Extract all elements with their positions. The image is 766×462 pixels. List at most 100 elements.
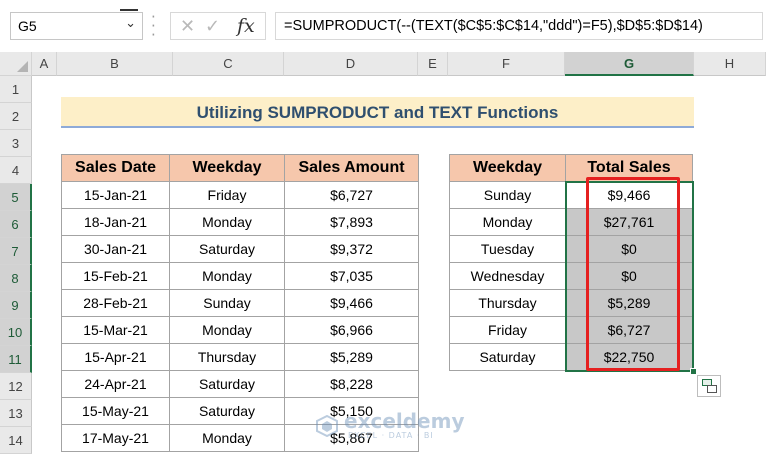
header-weekday[interactable]: Weekday [449,154,566,182]
cell-weekday[interactable]: Sunday [169,289,285,317]
row-header-selected[interactable]: 10 [0,319,32,346]
cell-weekday[interactable]: Monday [169,262,285,290]
cell-total-sales[interactable]: $0 [565,235,693,263]
cell-weekday[interactable]: Saturday [169,235,285,263]
table-row: Thursday $5,289 [449,289,693,317]
cell-total-sales[interactable]: $0 [565,262,693,290]
column-header[interactable]: E [418,52,448,76]
row-header[interactable]: 2 [0,103,32,130]
name-box[interactable]: G5 ⌄ [10,9,143,40]
sheet-title: Utilizing SUMPRODUCT and TEXT Functions [61,97,694,128]
insert-function-icon[interactable]: fx [237,15,255,37]
quick-analysis-icon[interactable] [697,375,721,397]
header-sales-amount[interactable]: Sales Amount [284,154,419,182]
cell-total-sales[interactable]: $22,750 [565,343,693,371]
table-row: Monday $27,761 [449,208,693,236]
cell-sales-date[interactable]: 30-Jan-21 [61,235,170,263]
header-total-sales[interactable]: Total Sales [565,154,693,182]
row-header-selected[interactable]: 11 [0,346,32,373]
chevron-down-icon[interactable]: ⌄ [125,16,136,31]
header-weekday[interactable]: Weekday [169,154,285,182]
row-header[interactable]: 3 [0,130,32,157]
cell-total-sales-active[interactable]: $9,466 [565,181,693,209]
cell-sales-date[interactable]: 15-Apr-21 [61,343,170,371]
row-header-selected[interactable]: 8 [0,265,32,292]
watermark-logo: exceldemy EXCEL · DATA · BI [312,409,465,443]
fill-handle[interactable] [690,368,697,375]
select-all-corner[interactable] [0,52,32,76]
cell-sales-date[interactable]: 28-Feb-21 [61,289,170,317]
summary-table: Weekday Total Sales Sunday $9,466 Monday… [449,154,693,371]
column-header[interactable]: D [284,52,418,76]
cell-weekday[interactable]: Thursday [169,343,285,371]
table-row: Friday $6,727 [449,316,693,344]
cell-sales-amount[interactable]: $7,893 [284,208,419,236]
sales-table: Sales Date Weekday Sales Amount 15-Jan-2… [61,154,419,452]
row-header[interactable]: 13 [0,400,32,427]
cell-sales-amount[interactable]: $9,466 [284,289,419,317]
table-row: 28-Feb-21 Sunday $9,466 [61,289,419,317]
column-header[interactable]: B [57,52,173,76]
cell-weekday[interactable]: Thursday [449,289,566,317]
table-row: Wednesday $0 [449,262,693,290]
cell-sales-date[interactable]: 24-Apr-21 [61,370,170,398]
cell-sales-amount[interactable]: $9,372 [284,235,419,263]
cell-total-sales[interactable]: $5,289 [565,289,693,317]
check-icon[interactable]: ✓ [205,16,220,37]
cell-sales-date[interactable]: 15-Jan-21 [61,181,170,209]
cell-weekday[interactable]: Monday [449,208,566,236]
cell-weekday[interactable]: Monday [169,424,285,452]
row-header-selected[interactable]: 6 [0,211,32,238]
more-options-icon[interactable]: · · · [151,10,156,43]
cancel-icon[interactable]: ✕ [180,16,195,37]
exceldemy-logo-icon [316,415,338,437]
cell-sales-date[interactable]: 15-Feb-21 [61,262,170,290]
column-header[interactable]: F [448,52,565,76]
row-header-selected[interactable]: 5 [0,184,32,211]
table-row: 24-Apr-21 Saturday $8,228 [61,370,419,398]
watermark-name: exceldemy [344,409,465,433]
cell-sales-amount[interactable]: $6,966 [284,316,419,344]
cell-sales-date[interactable]: 18-Jan-21 [61,208,170,236]
cell-weekday[interactable]: Monday [169,208,285,236]
table-header-row: Sales Date Weekday Sales Amount [61,154,419,182]
column-header[interactable]: H [694,52,766,76]
cell-total-sales[interactable]: $27,761 [565,208,693,236]
cell-sales-date[interactable]: 15-May-21 [61,397,170,425]
cell-weekday[interactable]: Sunday [449,181,566,209]
column-header[interactable]: A [32,52,57,76]
cell-weekday[interactable]: Friday [169,181,285,209]
table-header-row: Weekday Total Sales [449,154,693,182]
column-header-selected[interactable]: G [565,52,694,76]
cell-weekday[interactable]: Saturday [169,370,285,398]
name-box-value: G5 [18,18,37,34]
table-row: Tuesday $0 [449,235,693,263]
row-header[interactable]: 4 [0,157,32,184]
row-header-selected[interactable]: 9 [0,292,32,319]
column-header[interactable]: C [173,52,284,76]
cell-weekday[interactable]: Monday [169,316,285,344]
table-row: 15-Jan-21 Friday $6,727 [61,181,419,209]
row-header[interactable]: 1 [0,76,32,103]
cell-total-sales[interactable]: $6,727 [565,316,693,344]
cell-sales-amount[interactable]: $5,289 [284,343,419,371]
cell-sales-amount[interactable]: $7,035 [284,262,419,290]
table-row: 30-Jan-21 Saturday $9,372 [61,235,419,263]
row-header[interactable]: 12 [0,373,32,400]
cell-weekday[interactable]: Saturday [449,343,566,371]
cell-sales-amount[interactable]: $8,228 [284,370,419,398]
cell-weekday[interactable]: Saturday [169,397,285,425]
cell-weekday[interactable]: Wednesday [449,262,566,290]
cell-weekday[interactable]: Friday [449,316,566,344]
cell-sales-date[interactable]: 15-Mar-21 [61,316,170,344]
cell-weekday[interactable]: Tuesday [449,235,566,263]
table-row: 15-Mar-21 Monday $6,966 [61,316,419,344]
formula-buttons: ✕ ✓ fx [170,12,266,40]
formula-input[interactable]: =SUMPRODUCT(--(TEXT($C$5:$C$14,"ddd")=F5… [275,12,763,40]
header-sales-date[interactable]: Sales Date [61,154,170,182]
cell-sales-date[interactable]: 17-May-21 [61,424,170,452]
watermark-tagline: EXCEL · DATA · BI [348,431,434,440]
row-header[interactable]: 14 [0,427,32,454]
row-header-selected[interactable]: 7 [0,238,32,265]
cell-sales-amount[interactable]: $6,727 [284,181,419,209]
